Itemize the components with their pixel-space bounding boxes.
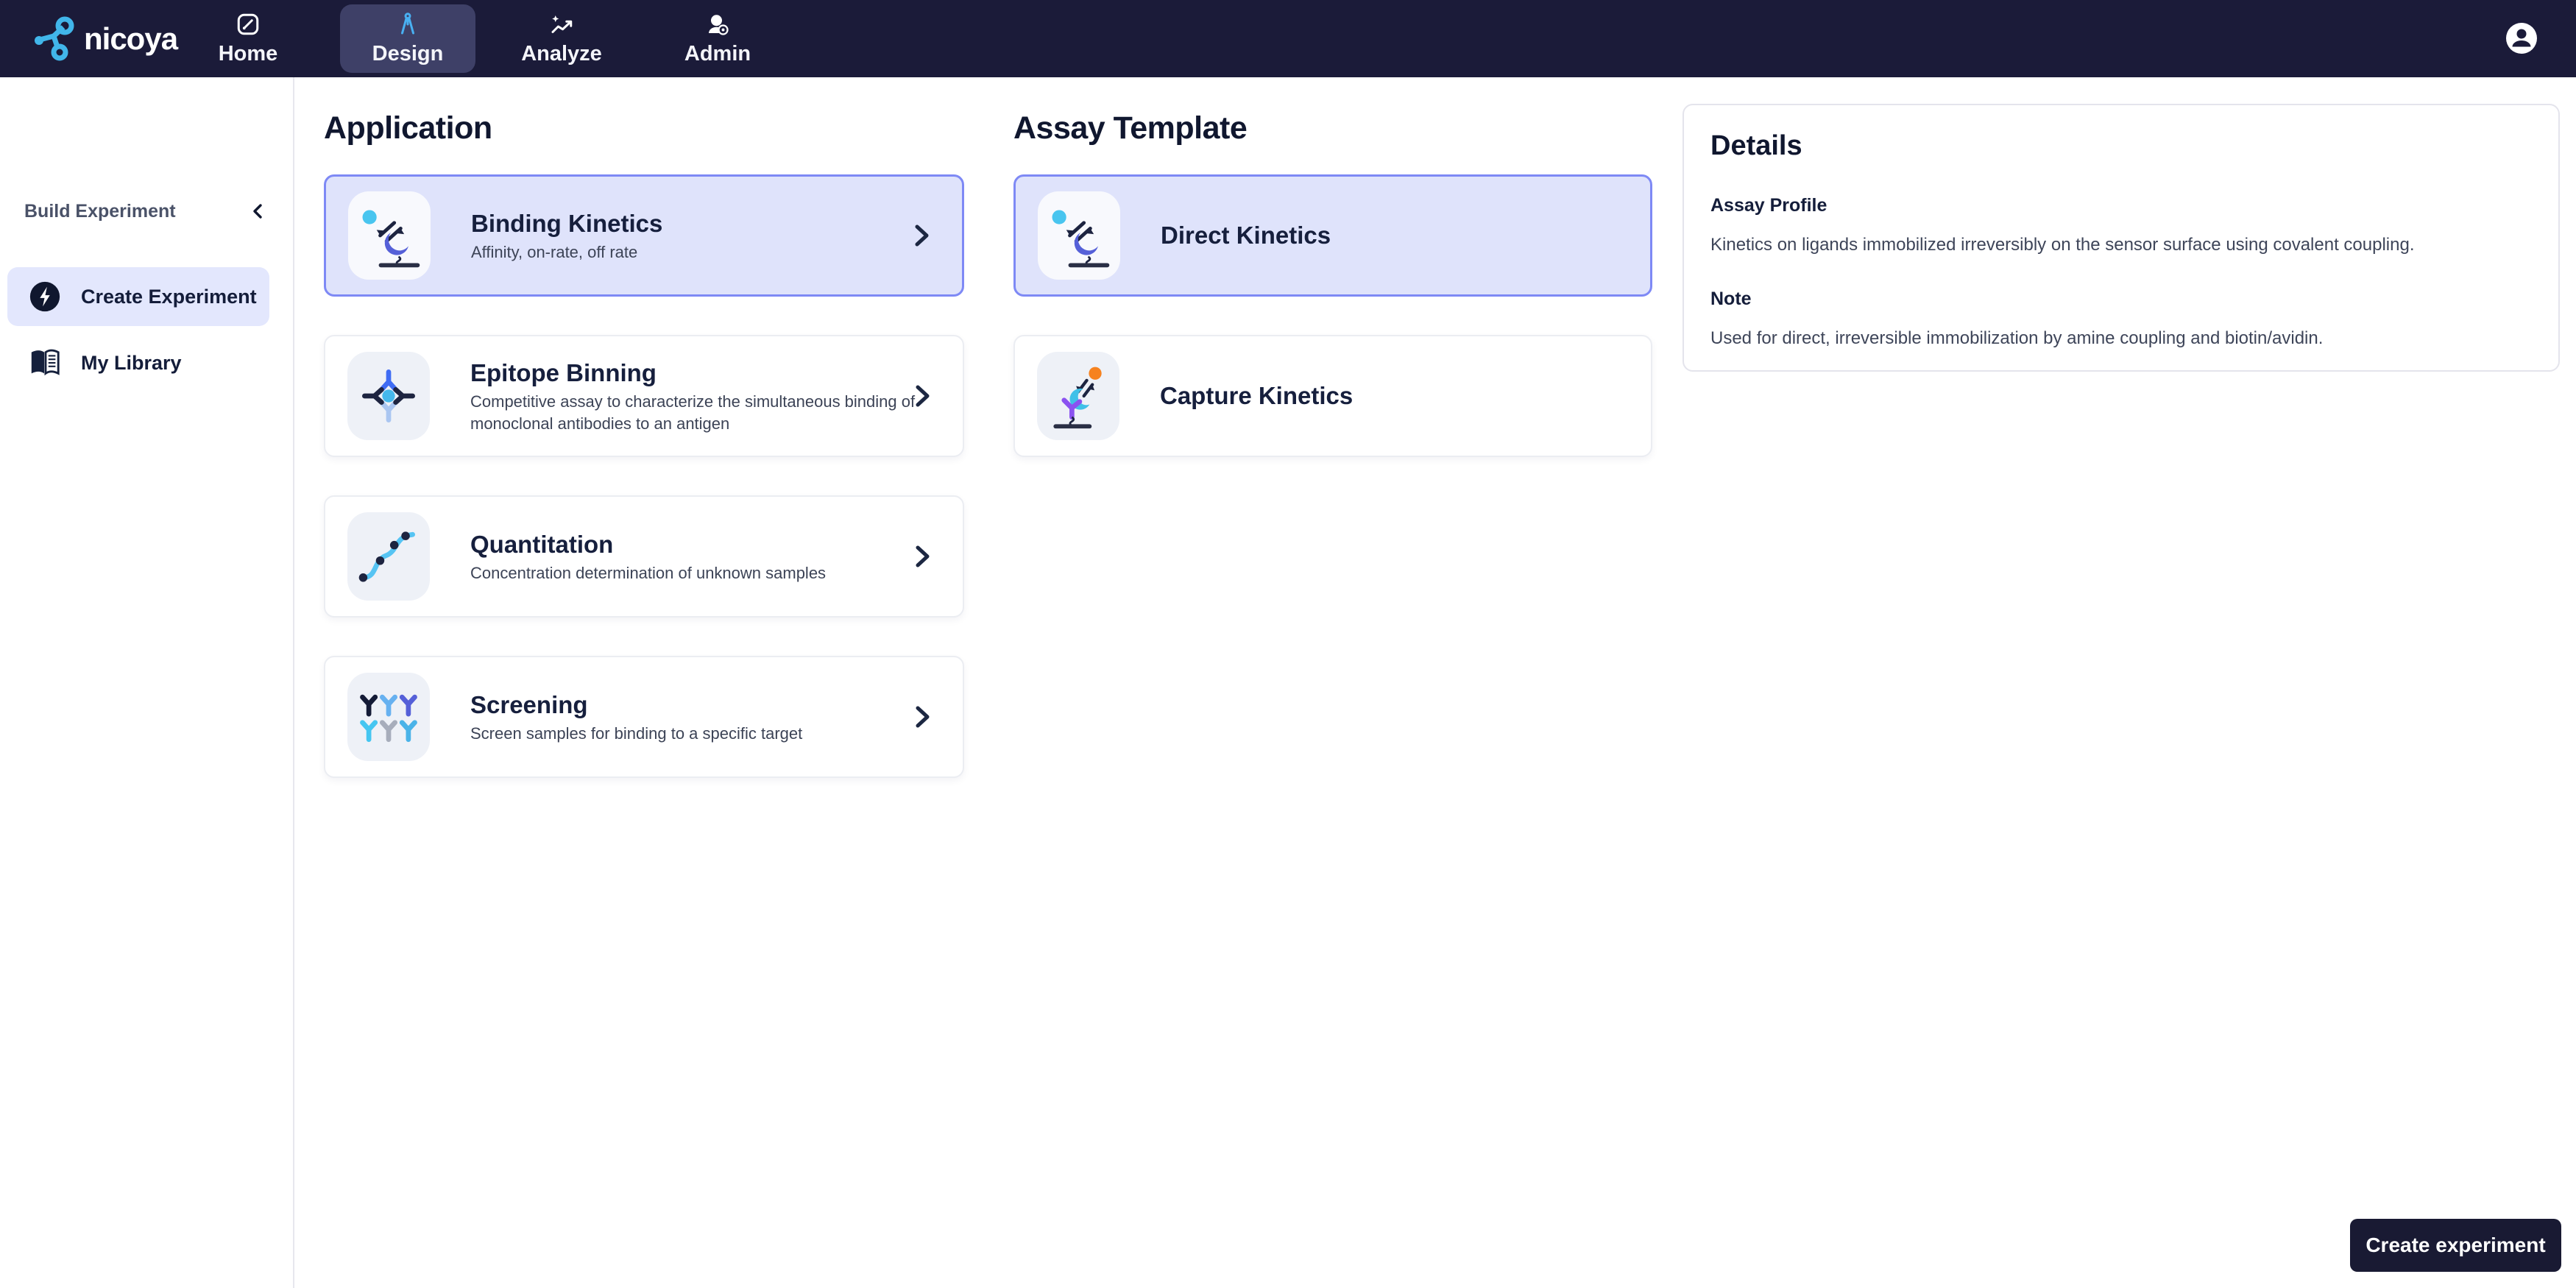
sidebar-item-create-experiment[interactable]: Create Experiment bbox=[7, 267, 269, 326]
binding-kinetics-icon bbox=[348, 191, 431, 280]
user-gear-icon bbox=[709, 15, 729, 35]
sidebar-collapse-button[interactable] bbox=[246, 199, 271, 224]
epitope-binning-icon bbox=[347, 352, 430, 440]
logo-text: nicoya bbox=[84, 21, 178, 56]
tab-design-label: Design bbox=[372, 42, 444, 66]
app-root: nicoya Home Design Analyze Admin Build E… bbox=[0, 0, 2576, 1288]
nicoya-molecule-icon bbox=[35, 16, 74, 60]
assay-template-heading: Assay Template bbox=[1013, 110, 1248, 146]
tab-analyze-label: Analyze bbox=[521, 42, 602, 66]
account-icon bbox=[2506, 23, 2537, 54]
chevron-left-icon bbox=[253, 204, 262, 219]
assay-card-direct-kinetics[interactable]: Direct Kinetics bbox=[1013, 174, 1652, 297]
sidebar-header: Build Experiment bbox=[24, 199, 271, 224]
chevron-right-icon bbox=[916, 545, 930, 567]
card-title: Capture Kinetics bbox=[1160, 382, 1354, 409]
details-section-label: Note bbox=[1710, 289, 1752, 309]
chevron-right-icon bbox=[915, 224, 929, 247]
card-title: Epitope Binning bbox=[470, 359, 657, 386]
book-icon bbox=[31, 349, 60, 376]
create-experiment-button[interactable]: Create experiment bbox=[2350, 1219, 2561, 1272]
details-heading: Details bbox=[1710, 130, 1802, 161]
application-card-screening[interactable]: Screening Screen samples for binding to … bbox=[324, 656, 964, 778]
assay-template-column: Assay Template Direct Kinetics Capture K… bbox=[1013, 109, 1652, 495]
card-description: Screen samples for binding to a specific… bbox=[470, 724, 803, 743]
sidebar-item-label: Create Experiment bbox=[81, 285, 257, 308]
application-heading: Application bbox=[324, 110, 492, 146]
direct-kinetics-icon bbox=[1038, 191, 1120, 280]
compass-icon bbox=[401, 13, 414, 35]
tab-admin[interactable]: Admin bbox=[650, 4, 785, 73]
details-panel: Details Assay Profile Kinetics on ligand… bbox=[1682, 104, 2560, 372]
tab-admin-label: Admin bbox=[684, 42, 751, 66]
tab-home-label: Home bbox=[218, 42, 278, 66]
chevron-right-icon bbox=[916, 706, 930, 728]
sidebar-item-my-library[interactable]: My Library bbox=[7, 333, 269, 392]
lightning-circle-icon bbox=[29, 281, 60, 312]
tab-design[interactable]: Design bbox=[340, 4, 475, 73]
card-description: Concentration determination of unknown s… bbox=[470, 564, 827, 582]
application-card-epitope-binning[interactable]: Epitope Binning Competitive assay to cha… bbox=[324, 335, 964, 457]
account-button[interactable] bbox=[2504, 21, 2539, 56]
card-description: Affinity, on-rate, off rate bbox=[471, 243, 638, 261]
capture-kinetics-icon bbox=[1037, 352, 1119, 440]
tab-analyze[interactable]: Analyze bbox=[494, 4, 629, 73]
card-title: Direct Kinetics bbox=[1161, 222, 1331, 249]
details-section-text: Kinetics on ligands immobilized irrevers… bbox=[1710, 235, 2415, 255]
sidebar-section-label: Build Experiment bbox=[24, 200, 176, 222]
card-description: Competitive assay to characterize the si… bbox=[470, 392, 916, 433]
application-card-binding-kinetics[interactable]: Binding Kinetics Affinity, on-rate, off … bbox=[324, 174, 964, 297]
sidebar: Build Experiment Create Experiment My Li… bbox=[0, 77, 294, 1288]
tab-home[interactable]: Home bbox=[180, 4, 316, 73]
application-column: Application Binding Kinetics Affinity, o… bbox=[324, 109, 964, 816]
sidebar-item-label: My Library bbox=[81, 351, 182, 374]
details-section-text: Used for direct, irreversible immobiliza… bbox=[1710, 328, 2324, 348]
application-card-quantitation[interactable]: Quantitation Concentration determination… bbox=[324, 495, 964, 618]
main-content: Application Binding Kinetics Affinity, o… bbox=[294, 77, 2576, 1288]
card-title: Binding Kinetics bbox=[471, 210, 663, 237]
screening-icon bbox=[347, 673, 430, 761]
details-section-label: Assay Profile bbox=[1710, 195, 1827, 216]
card-title: Screening bbox=[470, 691, 588, 718]
trend-sparkle-icon bbox=[551, 15, 573, 33]
page-body: Build Experiment Create Experiment My Li… bbox=[0, 77, 2576, 1288]
top-navbar: nicoya Home Design Analyze Admin bbox=[0, 0, 2576, 77]
chevron-right-icon bbox=[916, 385, 930, 407]
card-title: Quantitation bbox=[470, 531, 614, 558]
assay-card-capture-kinetics[interactable]: Capture Kinetics bbox=[1013, 335, 1652, 457]
quantitation-icon bbox=[347, 512, 430, 601]
nicoya-logo[interactable]: nicoya bbox=[34, 0, 178, 77]
gauge-icon bbox=[237, 13, 259, 35]
